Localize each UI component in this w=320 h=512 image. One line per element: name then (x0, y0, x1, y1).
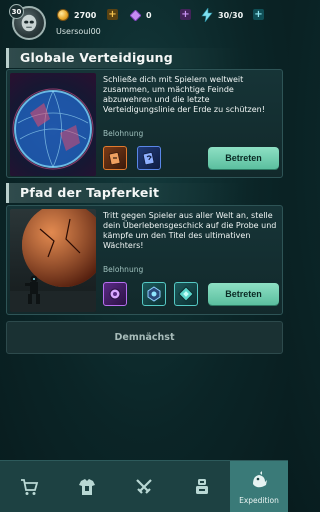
section-title-global-defense: Globale Verteidigung (6, 48, 242, 68)
expedition-icon (253, 470, 267, 487)
player-username: Usersoul00 (56, 27, 101, 36)
crossed-swords-icon (136, 479, 152, 494)
path-of-valor-description: Tritt gegen Spieler aus aller Welt an, s… (103, 211, 277, 250)
player-level-badge: 30 (9, 4, 24, 19)
warrior-planet-artwork (10, 209, 96, 312)
gem-counter: 0 (130, 8, 152, 22)
shop-cart-icon (21, 479, 39, 495)
add-coins-button[interactable]: + (107, 9, 118, 20)
coin-amount: 2700 (74, 10, 97, 20)
planet-shield-artwork (10, 73, 96, 176)
energy-counter: 30/30 (201, 8, 243, 22)
armor-icon (79, 479, 95, 495)
add-energy-button[interactable]: + (253, 9, 264, 20)
cracked-planet-icon (10, 209, 96, 312)
nav-item-equipment[interactable] (58, 461, 116, 512)
blue-card-reward-icon[interactable] (137, 146, 161, 170)
nav-item-battle[interactable] (115, 461, 173, 512)
nav-item-shop[interactable] (0, 461, 58, 512)
gem-icon (130, 9, 141, 21)
planet-globe-icon (12, 88, 94, 170)
teal-gem-reward-icon[interactable] (174, 282, 198, 306)
coin-icon (57, 9, 69, 21)
orange-card-reward-icon[interactable] (103, 146, 127, 170)
path-of-valor-card: Tritt gegen Spieler aus aller Welt an, s… (6, 205, 283, 315)
reward-label: Belohnung (103, 265, 144, 274)
top-bar: 30 Usersoul00 2700 + 0 + 30/30 + (0, 0, 288, 44)
reward-label: Belohnung (103, 129, 144, 138)
enter-global-defense-button[interactable]: Betreten (208, 147, 279, 169)
coming-soon-panel: Demnächst (6, 321, 283, 354)
nav-label-expedition: Expedition (239, 495, 279, 505)
lightning-bolt-icon (201, 8, 213, 22)
coin-counter: 2700 (57, 8, 96, 22)
nav-item-heroes[interactable] (173, 461, 231, 512)
add-gems-button[interactable]: + (180, 9, 191, 20)
enter-path-of-valor-button[interactable]: Betreten (208, 283, 279, 305)
nav-item-expedition[interactable]: Expedition (230, 461, 288, 512)
purple-orb-reward-icon[interactable] (103, 282, 127, 306)
gem-amount: 0 (146, 10, 152, 20)
bottom-nav: Expedition (0, 460, 288, 512)
global-defense-description: Schließe dich mit Spielern weltweit zusa… (103, 75, 265, 114)
robot-icon (196, 479, 208, 494)
energy-amount: 30/30 (218, 10, 244, 20)
global-defense-card: Schließe dich mit Spielern weltweit zusa… (6, 69, 283, 178)
section-title-path-of-valor: Pfad der Tapferkeit (6, 183, 242, 203)
blue-core-reward-icon[interactable] (142, 282, 166, 306)
